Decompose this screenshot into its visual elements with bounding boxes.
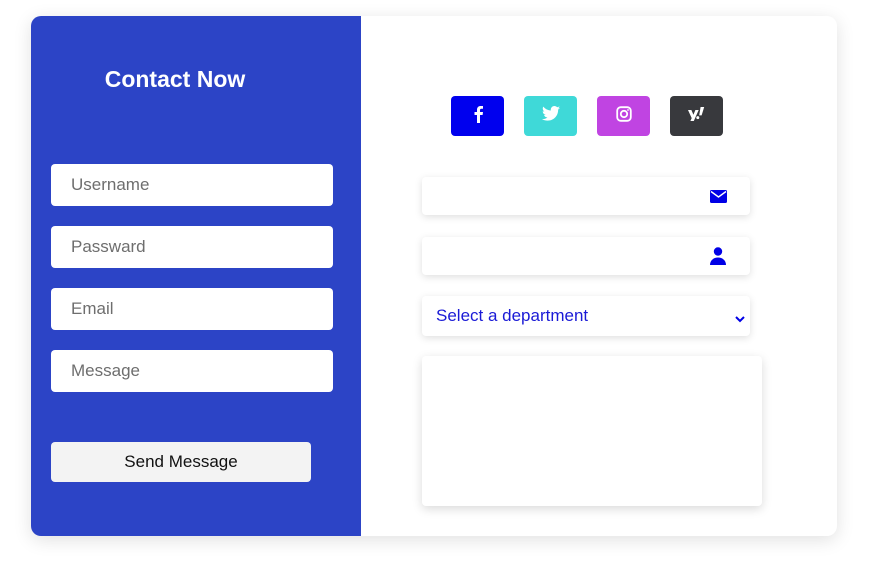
message-textarea[interactable] [422,356,762,506]
contact-card: Contact Now Send Message [31,16,837,536]
form-title: Contact Now [104,66,246,92]
department-select[interactable]: Select a department [422,296,750,336]
contact-form-panel: Contact Now Send Message [31,16,361,536]
email-box[interactable] [422,177,750,215]
name-box-input[interactable] [422,237,692,275]
message-input[interactable] [51,350,333,392]
instagram-button[interactable] [597,96,650,136]
send-message-button[interactable]: Send Message [51,442,311,482]
email-input[interactable] [51,288,333,330]
chevron-down-icon [734,309,746,329]
user-icon [708,246,728,266]
username-input[interactable] [51,164,333,206]
password-input[interactable] [51,226,333,268]
facebook-button[interactable] [451,96,504,136]
name-box[interactable] [422,237,750,275]
yahoo-icon [687,106,706,126]
yahoo-button[interactable] [670,96,723,136]
twitter-button[interactable] [524,96,577,136]
instagram-icon [615,105,632,127]
department-select-value: Select a department [436,306,589,325]
email-box-input[interactable] [422,177,692,215]
twitter-icon [541,106,560,126]
facebook-icon [472,105,484,128]
envelope-icon [708,186,728,206]
